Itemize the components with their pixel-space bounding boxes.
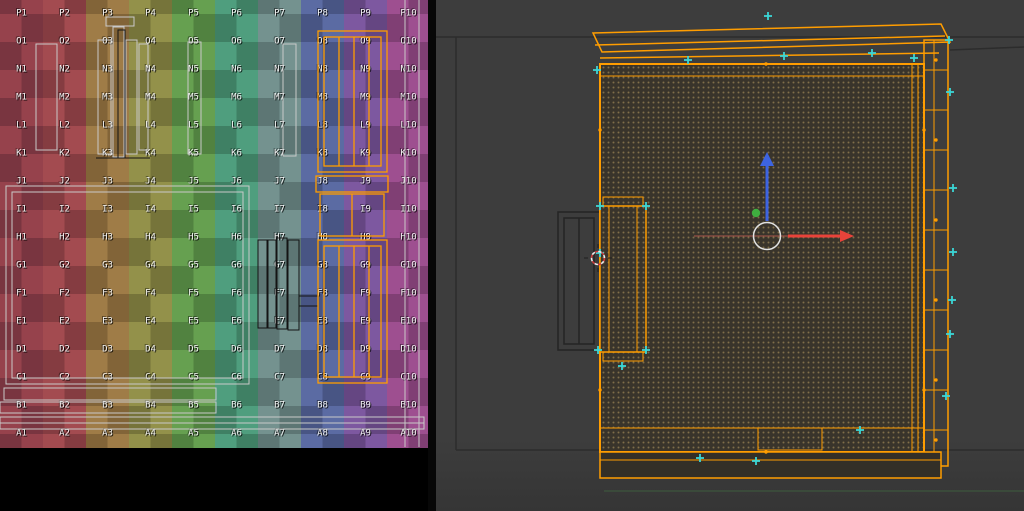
- panel-divider[interactable]: [428, 0, 436, 511]
- uv-islands-unselected[interactable]: [0, 0, 425, 447]
- uv-islands-dark[interactable]: [96, 29, 318, 331]
- hidden-object-wireframe[interactable]: [557, 211, 601, 351]
- viewport-3d[interactable]: [436, 0, 1024, 511]
- viewport-3d-scene: [436, 11, 1024, 492]
- uv-wireframe-overlay: [0, 0, 425, 447]
- uv-editor-panel[interactable]: P1 P2 P3 P4 P5 P6 P7 P8 P9 P10 O1 O2 O3 O4 O5 O6 O7 O8 O9 O…: [0, 0, 428, 511]
- selected-door-mesh[interactable]: [591, 23, 952, 479]
- uv-islands-selected[interactable]: [315, 30, 389, 384]
- app-window: P1 P2 P3 P4 P5 P6 P7 P8 P9 P10 O1 O2 O3 O4 O5 O6 O7 O8 O9 O…: [0, 0, 1024, 511]
- gizmo-y-handle[interactable]: [751, 208, 761, 218]
